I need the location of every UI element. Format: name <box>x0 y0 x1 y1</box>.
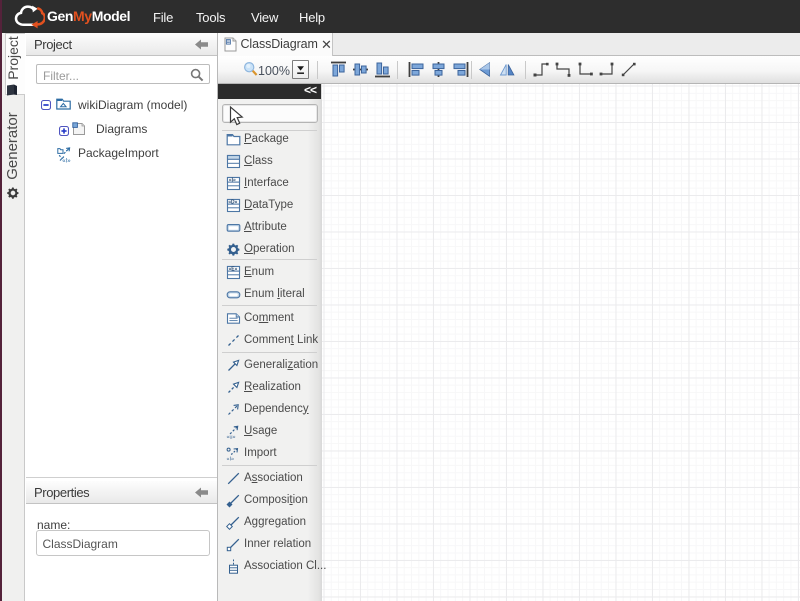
svg-text:«E»: «E» <box>229 267 238 273</box>
svg-text:«I»: «I» <box>229 178 236 184</box>
svg-text:«D»: «D» <box>228 200 237 206</box>
svg-text:«u»: «u» <box>227 435 236 440</box>
svg-text:«I»: «I» <box>62 159 71 163</box>
svg-text:«I»: «I» <box>227 457 235 462</box>
